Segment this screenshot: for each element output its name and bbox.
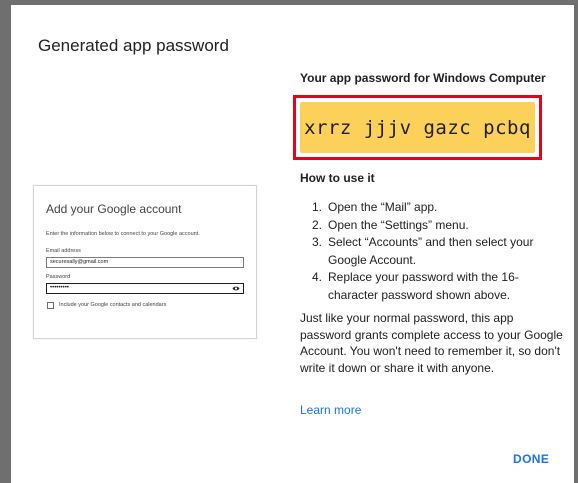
- email-label: Email address: [46, 248, 81, 254]
- add-google-account-illustration: Add your Google account Enter the inform…: [33, 185, 257, 339]
- list-item: 1. Open the “Mail” app.: [300, 199, 560, 217]
- email-field: securesally@gmail.com: [46, 257, 244, 268]
- app-password-highlight: xrrz jjjv gazc pcbq: [293, 95, 542, 160]
- step-text: Open the “Mail” app.: [328, 200, 438, 214]
- backdrop-left: [0, 0, 11, 483]
- app-password-text[interactable]: xrrz jjjv gazc pcbq: [304, 117, 531, 139]
- include-contacts-checkbox: [47, 302, 54, 309]
- backdrop-right: [574, 0, 578, 483]
- done-button[interactable]: DONE: [513, 452, 549, 466]
- instruction-list: 1. Open the “Mail” app. 2. Open the “Set…: [300, 199, 560, 304]
- step-number: 4.: [312, 270, 323, 284]
- eye-icon: [232, 286, 240, 291]
- include-contacts-label: Include your Google contacts and calenda…: [59, 302, 167, 308]
- password-dots: •••••••••: [50, 285, 69, 291]
- app-password-dialog: Generated app password Add your Google a…: [11, 5, 574, 483]
- list-item: 4. Replace your password with the 16-cha…: [300, 269, 560, 304]
- password-heading: Your app password for Windows Computer: [300, 71, 546, 85]
- list-item: 2. Open the “Settings” menu.: [300, 217, 560, 235]
- illustration-description: Enter the information below to connect t…: [46, 231, 200, 237]
- step-text: Open the “Settings” menu.: [328, 217, 469, 232]
- password-label: Password: [46, 274, 71, 280]
- explanation-paragraph: Just like your normal password, this app…: [300, 311, 563, 375]
- password-field: •••••••••: [46, 283, 244, 294]
- illustration-title: Add your Google account: [46, 202, 182, 216]
- step-number: 2.: [312, 217, 323, 232]
- app-password-box[interactable]: xrrz jjjv gazc pcbq: [300, 102, 535, 153]
- step-text: Replace your password with the 16-charac…: [328, 270, 519, 302]
- dialog-title: Generated app password: [38, 36, 229, 55]
- step-number: 3.: [312, 235, 323, 249]
- step-text: Select “Accounts” and then select your G…: [328, 235, 534, 267]
- step-number: 1.: [312, 200, 323, 214]
- how-to-heading: How to use it: [300, 171, 375, 185]
- list-item: 3. Select “Accounts” and then select you…: [300, 234, 560, 269]
- learn-more-link[interactable]: Learn more: [300, 403, 361, 417]
